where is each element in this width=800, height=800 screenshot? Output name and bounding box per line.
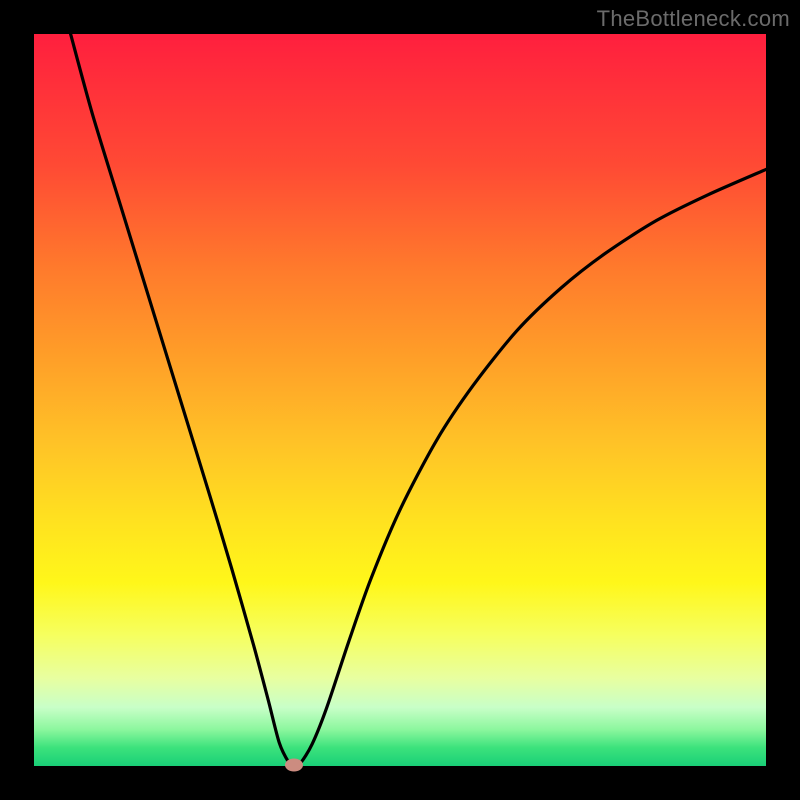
curve-svg — [34, 34, 766, 766]
chart-frame: TheBottleneck.com — [0, 0, 800, 800]
minimum-marker — [285, 759, 303, 772]
watermark-text: TheBottleneck.com — [597, 6, 790, 32]
plot-area — [34, 34, 766, 766]
bottleneck-curve — [71, 34, 766, 766]
